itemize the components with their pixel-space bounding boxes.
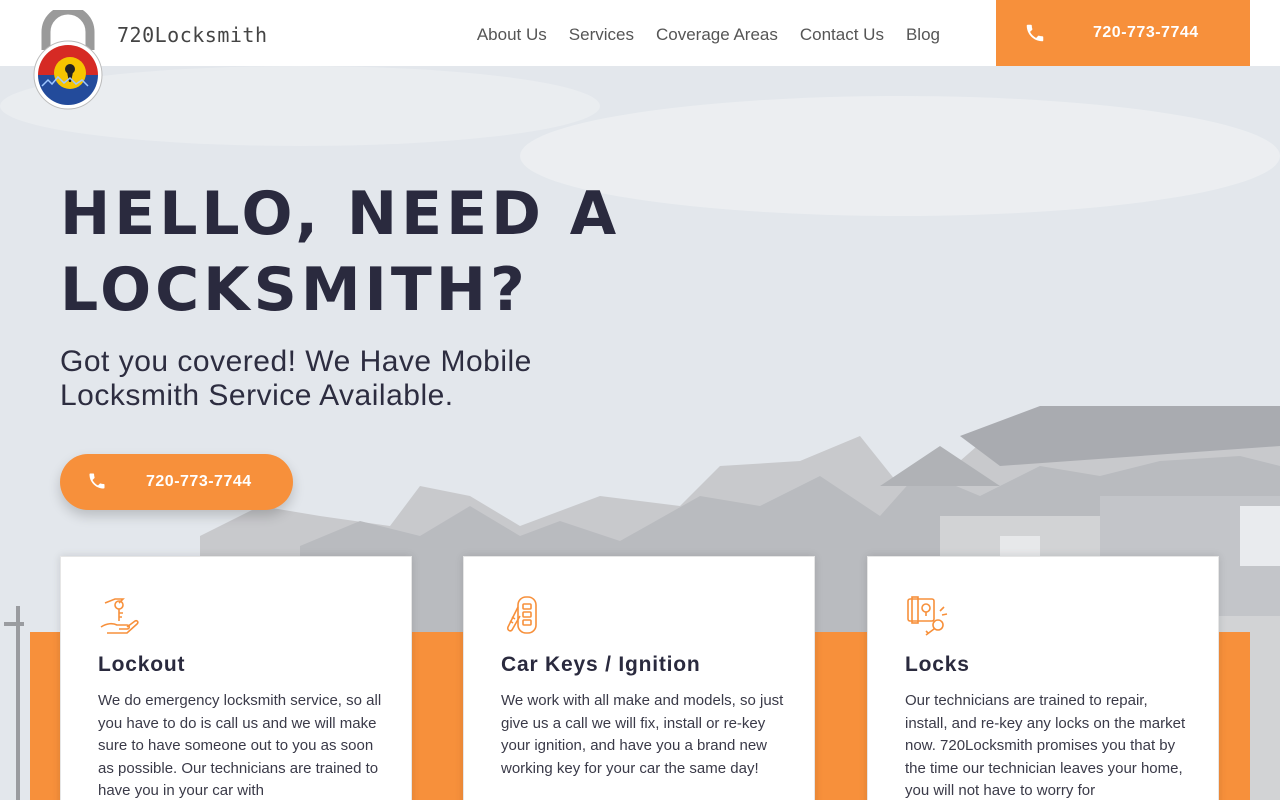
phone-icon	[1026, 24, 1044, 42]
hero-phone-number: 720-773-7744	[146, 473, 252, 490]
hero-title: HELLO, NEED A LOCKSMITH?	[60, 179, 621, 325]
header-phone-number: 720-773-7744	[1093, 24, 1199, 41]
card-title: Locks	[905, 653, 970, 676]
main-nav: About Us Services Coverage Areas Contact…	[466, 25, 951, 45]
hero-section: HELLO, NEED A LOCKSMITH? Got you covered…	[0, 66, 1280, 800]
nav-contact-us[interactable]: Contact Us	[789, 25, 895, 45]
phone-icon	[89, 473, 105, 489]
hero-subtitle: Got you covered! We Have Mobile Locksmit…	[60, 345, 532, 412]
nav-blog[interactable]: Blog	[895, 25, 951, 45]
service-card-car-keys[interactable]: Car Keys / Ignition We work with all mak…	[463, 556, 815, 800]
door-lock-key-icon	[907, 596, 948, 636]
padlock-logo-icon[interactable]	[30, 10, 106, 110]
nav-about-us[interactable]: About Us	[466, 25, 558, 45]
brand-name[interactable]: 720Locksmith	[117, 23, 268, 47]
service-card-locks[interactable]: Locks Our technicians are trained to rep…	[867, 556, 1219, 800]
hero-call-button[interactable]: 720-773-7744	[60, 454, 293, 510]
header-call-button[interactable]: 720-773-7744	[996, 0, 1250, 66]
key-hand-icon	[100, 598, 139, 634]
card-text: Our technicians are trained to repair, i…	[905, 692, 1186, 799]
site-header: 720Locksmith About Us Services Coverage …	[0, 0, 1280, 66]
card-title: Car Keys / Ignition	[501, 653, 701, 676]
car-key-fob-icon	[507, 596, 537, 634]
card-text: We work with all make and models, so jus…	[501, 692, 784, 777]
nav-services[interactable]: Services	[558, 25, 645, 45]
service-card-lockout[interactable]: Lockout We do emergency locksmith servic…	[60, 556, 412, 800]
card-title: Lockout	[98, 653, 186, 676]
card-text: We do emergency locksmith service, so al…	[98, 692, 382, 799]
nav-coverage-areas[interactable]: Coverage Areas	[645, 25, 789, 45]
